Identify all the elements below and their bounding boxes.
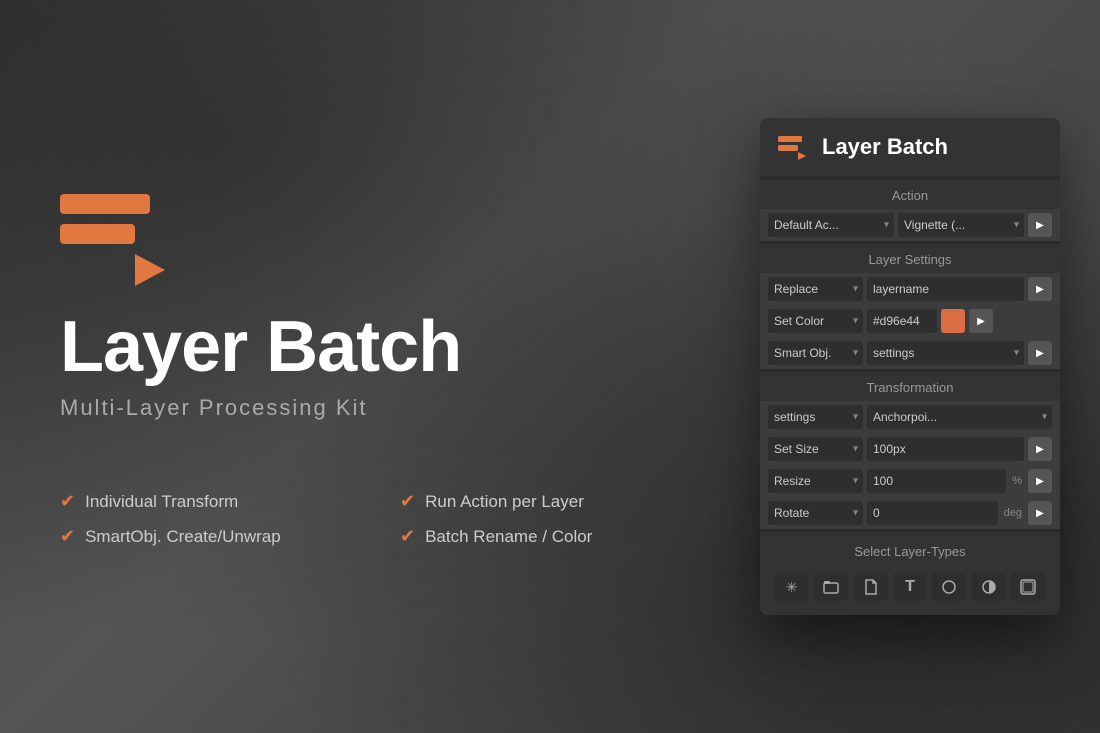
rotate-row: Rotate deg ▶ xyxy=(760,497,1060,529)
app-subtitle: Multi-Layer Processing Kit xyxy=(60,395,700,421)
plugin-panel: Layer Batch Action Default Ac... Vignett… xyxy=(760,118,1060,615)
transform-settings-select[interactable]: settings xyxy=(768,405,863,429)
setsize-select-wrapper[interactable]: Set Size xyxy=(768,437,863,461)
rename-select-wrapper[interactable]: Replace xyxy=(768,277,863,301)
color-hex-input[interactable] xyxy=(867,309,937,333)
layer-type-all-button[interactable]: ✳ xyxy=(775,573,809,601)
smartobj-select[interactable]: Smart Obj. xyxy=(768,341,863,365)
resize-select[interactable]: Resize xyxy=(768,469,863,493)
feature-label: Run Action per Layer xyxy=(425,492,584,512)
feature-label: SmartObj. Create/Unwrap xyxy=(85,527,281,547)
check-icon: ✔ xyxy=(60,526,75,547)
features-list: ✔ Individual Transform ✔ Run Action per … xyxy=(60,491,700,547)
feature-label: Individual Transform xyxy=(85,492,238,512)
app-title: Layer Batch xyxy=(60,311,700,383)
color-swatch[interactable] xyxy=(941,309,965,333)
feature-batch-rename: ✔ Batch Rename / Color xyxy=(400,526,700,547)
layer-type-group-button[interactable] xyxy=(814,573,848,601)
color-row: Set Color ▶ xyxy=(760,305,1060,337)
feature-run-action: ✔ Run Action per Layer xyxy=(400,491,700,512)
rotate-input[interactable] xyxy=(867,501,998,525)
resize-run-button[interactable]: ▶ xyxy=(1028,469,1052,493)
anchor-select[interactable]: Anchorpoi... xyxy=(867,405,1052,429)
section-layer-types-label: Select Layer-Types xyxy=(768,540,1052,567)
action-run-button[interactable]: ▶ xyxy=(1028,213,1052,237)
smartobj-run-button[interactable]: ▶ xyxy=(1028,341,1052,365)
action-select[interactable]: Vignette (... xyxy=(898,213,1024,237)
anchor-row: settings Anchorpoi... xyxy=(760,401,1060,433)
section-action-label: Action xyxy=(760,180,1060,209)
panel-title: Layer Batch xyxy=(822,134,948,160)
color-select-wrapper[interactable]: Set Color xyxy=(768,309,863,333)
rename-input[interactable] xyxy=(867,277,1024,301)
logo-icon xyxy=(60,186,180,286)
feature-individual-transform: ✔ Individual Transform xyxy=(60,491,360,512)
setsize-row: Set Size ▶ xyxy=(760,433,1060,465)
feature-label: Batch Rename / Color xyxy=(425,527,592,547)
section-layer-settings-label: Layer Settings xyxy=(760,244,1060,273)
resize-input[interactable] xyxy=(867,469,1006,493)
resize-select-wrapper[interactable]: Resize xyxy=(768,469,863,493)
setsize-run-button[interactable]: ▶ xyxy=(1028,437,1052,461)
rotate-run-button[interactable]: ▶ xyxy=(1028,501,1052,525)
action-row: Default Ac... Vignette (... ▶ xyxy=(760,209,1060,241)
left-panel: Layer Batch Multi-Layer Processing Kit ✔… xyxy=(0,146,760,587)
rotate-unit: deg xyxy=(1002,507,1024,519)
layer-type-smartobj-button[interactable] xyxy=(1011,573,1045,601)
header-logo-icon xyxy=(778,134,810,160)
color-select[interactable]: Set Color xyxy=(768,309,863,333)
layer-types-section: Select Layer-Types ✳ T xyxy=(760,532,1060,615)
layer-type-file-button[interactable] xyxy=(854,573,888,601)
setsize-input[interactable] xyxy=(867,437,1024,461)
resize-row: Resize % ▶ xyxy=(760,465,1060,497)
check-icon: ✔ xyxy=(400,526,415,547)
action-set-select[interactable]: Default Ac... xyxy=(768,213,894,237)
rename-run-button[interactable]: ▶ xyxy=(1028,277,1052,301)
resize-unit: % xyxy=(1010,475,1024,487)
section-transformation-label: Transformation xyxy=(760,372,1060,401)
layer-type-text-button[interactable]: T xyxy=(893,573,927,601)
smartobj-select-wrapper[interactable]: Smart Obj. xyxy=(768,341,863,365)
smartobj-option-select-wrapper[interactable]: settings xyxy=(867,341,1024,365)
smartobj-option-select[interactable]: settings xyxy=(867,341,1024,365)
panel-header: Layer Batch xyxy=(760,118,1060,177)
logo-area: Layer Batch Multi-Layer Processing Kit xyxy=(60,186,700,471)
layer-type-icons-row: ✳ T xyxy=(768,567,1052,607)
color-run-button[interactable]: ▶ xyxy=(969,309,993,333)
setsize-select[interactable]: Set Size xyxy=(768,437,863,461)
layer-type-shape-button[interactable] xyxy=(932,573,966,601)
rename-select[interactable]: Replace xyxy=(768,277,863,301)
check-icon: ✔ xyxy=(60,491,75,512)
action-set-select-wrapper[interactable]: Default Ac... xyxy=(768,213,894,237)
layer-type-adjustment-button[interactable] xyxy=(972,573,1006,601)
anchor-select-wrapper[interactable]: Anchorpoi... xyxy=(867,405,1052,429)
rotate-select[interactable]: Rotate xyxy=(768,501,863,525)
feature-smartobj: ✔ SmartObj. Create/Unwrap xyxy=(60,526,360,547)
rotate-select-wrapper[interactable]: Rotate xyxy=(768,501,863,525)
smartobj-row: Smart Obj. settings ▶ xyxy=(760,337,1060,369)
check-icon: ✔ xyxy=(400,491,415,512)
action-select-wrapper[interactable]: Vignette (... xyxy=(898,213,1024,237)
rename-row: Replace ▶ xyxy=(760,273,1060,305)
transform-settings-select-wrapper[interactable]: settings xyxy=(768,405,863,429)
